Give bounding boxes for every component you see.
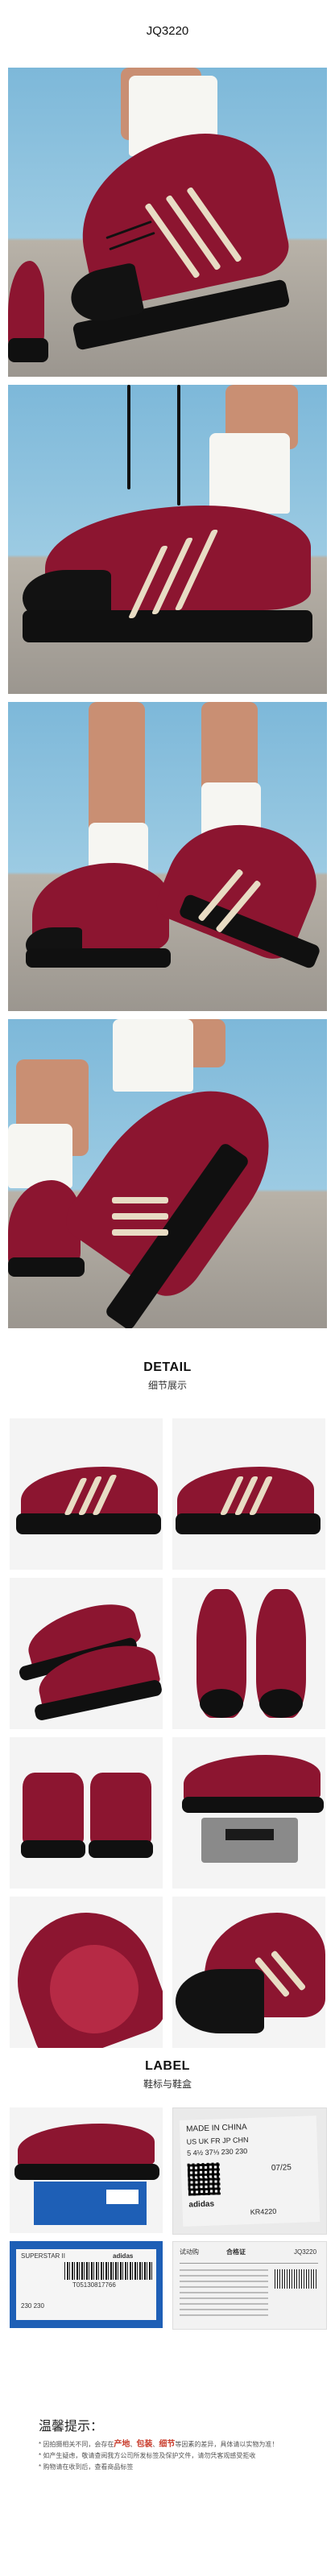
notice-line-1: * 因拍摄相关不同，会存在产地、包装、细节等因素的差异，具体请以实物为准！ — [39, 2440, 279, 2449]
leg — [89, 702, 145, 839]
label-heading: LABEL 鞋标与鞋盒 — [0, 2059, 335, 2091]
notice-line-2: * 如产生疑虑，敬请查阅我方公司所发标签及保护文件，请勿凭客观感受拒收 — [39, 2452, 256, 2459]
detail-photo-heels — [10, 1737, 163, 1889]
shoe-sole — [182, 1797, 324, 1813]
lifestyle-photo-2 — [8, 385, 327, 694]
lifestyle-photo-3 — [8, 702, 327, 1011]
box-logo-area — [106, 2190, 139, 2204]
shell-toe — [200, 1689, 243, 1718]
shoe-sole — [16, 1513, 161, 1534]
weighing-scale — [201, 1818, 298, 1863]
box-label-photo: SUPERSTAR II adidas T05130817766 230 230 — [10, 2241, 163, 2328]
box-size-row: 230 230 — [21, 2302, 44, 2310]
detail-photo-pair-angled — [10, 1578, 163, 1729]
stripe — [112, 1229, 168, 1236]
lace-pulled — [177, 385, 180, 506]
scale-display — [225, 1829, 274, 1840]
qr-code — [187, 2162, 221, 2196]
production-date: 07/25 — [271, 2163, 292, 2174]
label-title-cn: 鞋标与鞋盒 — [143, 2079, 192, 2090]
notice-title: 温馨提示： — [39, 2420, 104, 2434]
stripe — [112, 1197, 168, 1203]
lifestyle-photo-4 — [8, 1019, 327, 1328]
second-shoe — [8, 261, 44, 349]
shell-toe — [259, 1689, 303, 1718]
shell-toe — [176, 1969, 264, 2033]
shoe-sole — [176, 1513, 321, 1534]
second-shoe-sole — [8, 1257, 85, 1277]
notice-line-3: * 购物请在收到后，查看商品标签 — [39, 2463, 134, 2471]
label-title-en: LABEL — [145, 2059, 190, 2073]
shoe-sole — [14, 2164, 159, 2180]
detail-photo-side-left — [10, 1418, 163, 1570]
detail-photo-scale — [172, 1737, 325, 1889]
lace-pulled — [127, 385, 130, 489]
detail-photo-insole — [10, 1897, 163, 2048]
tongue-label-paper: MADE IN CHINA US UK FR JP CHN 5 4½ 37⅓ 2… — [179, 2116, 321, 2227]
size-header: US UK FR JP CHN — [186, 2136, 249, 2146]
hangtag-qualified: 合格证 — [226, 2248, 246, 2256]
detail-photo-shelltoe — [172, 1897, 325, 2048]
sock — [209, 433, 290, 514]
stripe — [112, 1213, 168, 1220]
tongue-code: KR4220 — [250, 2207, 277, 2217]
shoe-upper — [18, 2124, 155, 2169]
detail-title-en: DETAIL — [143, 1360, 192, 1374]
box-label: SUPERSTAR II adidas T05130817766 230 230 — [16, 2249, 156, 2320]
product-code-header: JQ3220 — [146, 24, 189, 38]
detail-photo-pair-top — [172, 1578, 325, 1729]
detail-title-cn: 细节展示 — [147, 1380, 187, 1391]
hangtag-left-title: 试动购 — [180, 2248, 199, 2256]
notice-body: * 因拍摄相关不同，会存在产地、包装、细节等因素的差异，具体请以实物为准！ * … — [39, 2439, 304, 2473]
detail-heading: DETAIL 细节展示 — [0, 1360, 335, 1392]
tongue-label: MADE IN CHINA US UK FR JP CHN 5 4½ 37⅓ 2… — [172, 2107, 327, 2235]
barcode-number: T05130817766 — [72, 2281, 116, 2289]
sock — [8, 1124, 72, 1188]
detail-photo-side-right — [172, 1418, 325, 1570]
divider — [180, 2263, 318, 2264]
barcode — [64, 2262, 153, 2280]
shoe-box — [34, 2182, 147, 2225]
lifestyle-photo-1 — [8, 68, 327, 377]
shoe-upper — [184, 1755, 321, 1803]
shoe-sole — [21, 1840, 85, 1858]
box-brand: adidas — [113, 2252, 134, 2260]
shoe-sole — [23, 610, 312, 642]
box-product-name: SUPERSTAR II — [21, 2252, 65, 2260]
size-values: 5 4½ 37⅓ 230 230 — [186, 2147, 248, 2157]
second-shoe-sole — [8, 338, 48, 362]
shoe-sole — [89, 1840, 153, 1858]
tongue-brand: adidas — [188, 2199, 215, 2210]
hangtag-sku: JQ3220 — [294, 2248, 317, 2256]
hangtag-photo: 试动购 合格证 JQ3220 — [172, 2241, 327, 2330]
heel — [23, 1773, 84, 1845]
hangtag-barcode — [275, 2269, 318, 2289]
heel — [90, 1773, 151, 1845]
made-in-text: MADE IN CHINA — [185, 2123, 247, 2134]
label-photo-shoe-on-box — [10, 2107, 163, 2233]
hangtag-fine-print — [180, 2268, 268, 2316]
sock — [113, 1019, 193, 1092]
shoe-sole — [26, 948, 171, 968]
